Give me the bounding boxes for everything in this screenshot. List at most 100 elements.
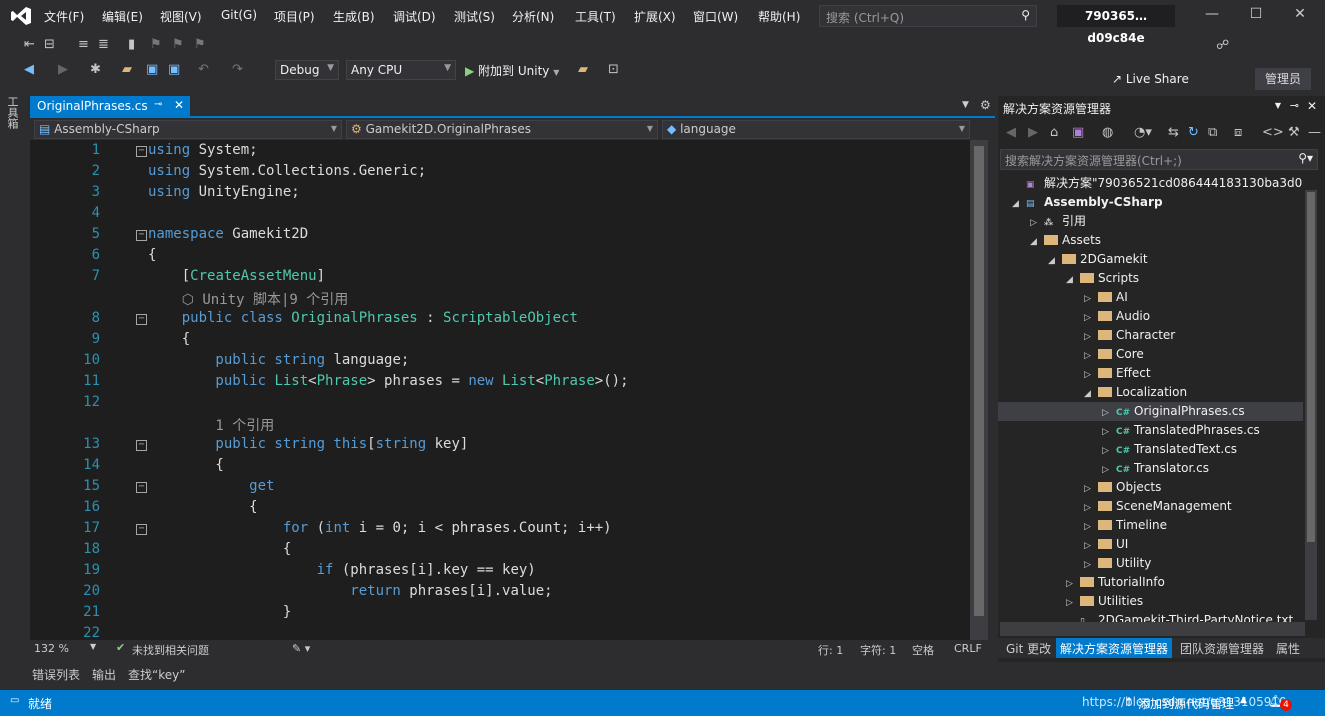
- menu-item[interactable]: 编辑(E): [102, 8, 143, 25]
- forward-icon[interactable]: ▶: [1028, 125, 1038, 140]
- tree-node[interactable]: ▷ SceneManagement: [998, 497, 1303, 516]
- globe-icon[interactable]: ◍: [1102, 125, 1113, 140]
- code-line[interactable]: 20 return phrases[i].value;: [30, 583, 970, 604]
- uncomment-icon[interactable]: ≣: [98, 37, 109, 52]
- tab-properties[interactable]: 属性: [1272, 638, 1304, 658]
- tree-node[interactable]: ◢ ▤ Assembly-CSharp: [998, 193, 1303, 212]
- tab-team-explorer[interactable]: 团队资源管理器: [1176, 638, 1268, 658]
- chevron-down-icon[interactable]: ▼: [1275, 101, 1281, 110]
- code-line[interactable]: 18 {: [30, 541, 970, 562]
- code-line[interactable]: 12: [30, 394, 970, 415]
- close-tab-icon[interactable]: ✕: [174, 98, 184, 112]
- bookmark-icon[interactable]: ▮: [128, 37, 135, 52]
- code-line[interactable]: 10 public string language;: [30, 352, 970, 373]
- issues-status[interactable]: 未找到相关问题: [132, 642, 209, 658]
- tree-node[interactable]: ▷ C# OriginalPhrases.cs: [998, 402, 1303, 421]
- menu-item[interactable]: 视图(V): [160, 8, 202, 25]
- collapse-icon[interactable]: −: [136, 314, 147, 325]
- refresh-icon[interactable]: ↻: [1188, 125, 1199, 140]
- collapse-icon[interactable]: −: [136, 440, 147, 451]
- add-source-control[interactable]: 添加到源代码管理: [1138, 695, 1234, 712]
- undo-icon[interactable]: ↶: [198, 62, 209, 77]
- tree-node[interactable]: ▷ Core: [998, 345, 1303, 364]
- line-position[interactable]: 行: 1: [818, 642, 843, 658]
- whitespace-mode[interactable]: 空格: [912, 642, 934, 658]
- preview-icon[interactable]: —: [1308, 125, 1321, 140]
- menu-item[interactable]: 测试(S): [454, 8, 495, 25]
- find-in-files-icon[interactable]: ▰: [578, 62, 588, 77]
- menu-item[interactable]: 分析(N): [512, 8, 554, 25]
- brush-icon[interactable]: ✎ ▾: [292, 642, 310, 655]
- tree-node[interactable]: ▷ Objects: [998, 478, 1303, 497]
- prev-bookmark-icon[interactable]: ⚑: [150, 37, 162, 52]
- back-icon[interactable]: ◀: [1006, 125, 1016, 140]
- tree-node[interactable]: ▷ Effect: [998, 364, 1303, 383]
- next-bookmark-icon[interactable]: ⚑: [172, 37, 184, 52]
- collapse-icon[interactable]: −: [136, 482, 147, 493]
- collapse-all-icon[interactable]: ⧉: [1208, 125, 1217, 140]
- code-line[interactable]: 3 using UnityEngine;: [30, 184, 970, 205]
- tree-node[interactable]: ◢ Localization: [998, 383, 1303, 402]
- code-line[interactable]: 22: [30, 625, 970, 640]
- code-line[interactable]: 16 {: [30, 499, 970, 520]
- clear-bookmarks-icon[interactable]: ⚑: [194, 37, 206, 52]
- settings-icon[interactable]: ⚙: [980, 98, 991, 112]
- code-line[interactable]: 7 [CreateAssetMenu]: [30, 268, 970, 289]
- sync-icon[interactable]: ⇆: [1168, 125, 1179, 140]
- tab-original-phrases[interactable]: OriginalPhrases.cs ⊸ ✕: [30, 96, 190, 118]
- pin-icon[interactable]: ⊸: [1290, 99, 1299, 112]
- tree-node[interactable]: ▯ 2DGamekit-Third-PartyNotice.txt: [998, 611, 1303, 622]
- tree-node[interactable]: ▷ Utility: [998, 554, 1303, 573]
- tree-node[interactable]: ◢ Assets: [998, 231, 1303, 250]
- solution-name-badge[interactable]: 790365…d09c84e: [1057, 5, 1175, 45]
- code-line[interactable]: 9 {: [30, 331, 970, 352]
- collapse-icon[interactable]: −: [136, 524, 147, 535]
- tree-node[interactable]: ▷ Character: [998, 326, 1303, 345]
- tree-horizontal-scrollbar[interactable]: [1000, 622, 1305, 636]
- code-line[interactable]: ⬡ Unity 脚本|9 个引用: [30, 289, 970, 310]
- code-line[interactable]: 8 − public class OriginalPhrases : Script…: [30, 310, 970, 331]
- menu-item[interactable]: 生成(B): [333, 8, 375, 25]
- code-editor[interactable]: 1− using System; 2 using System.Collections…: [30, 140, 970, 640]
- redo-icon[interactable]: ↷: [232, 62, 243, 77]
- home-icon[interactable]: ⌂: [1050, 125, 1058, 140]
- menu-item[interactable]: 调试(D): [393, 8, 436, 25]
- menu-item[interactable]: 帮助(H): [758, 8, 800, 25]
- tree-node[interactable]: ▣解决方案"79036521cd086444183130ba3d09c84: [998, 174, 1303, 193]
- code-line[interactable]: 19 if (phrases[i].key == key): [30, 562, 970, 583]
- code-lens[interactable]: 1 个引用: [148, 418, 274, 434]
- tree-node[interactable]: ▷ ⁂ 引用: [998, 212, 1303, 231]
- tree-node[interactable]: ▷ Audio: [998, 307, 1303, 326]
- line-ending[interactable]: CRLF: [954, 642, 982, 655]
- code-line[interactable]: 17 − for (int i = 0; i < phrases.Count; i…: [30, 520, 970, 541]
- tab-output[interactable]: 输出: [92, 666, 116, 683]
- tree-scroll-thumb[interactable]: [1307, 192, 1315, 542]
- code-line[interactable]: 2 using System.Collections.Generic;: [30, 163, 970, 184]
- tab-find-results[interactable]: 查找“key”: [128, 666, 185, 683]
- code-line[interactable]: 14 {: [30, 457, 970, 478]
- class-select[interactable]: ⚙ Gamekit2D.OriginalPhrases ▼: [346, 120, 658, 139]
- tab-git-changes[interactable]: Git 更改: [1002, 638, 1055, 658]
- zoom-select[interactable]: 132 %: [34, 642, 69, 655]
- menu-item[interactable]: 工具(T): [575, 8, 616, 25]
- tree-node[interactable]: ◢ Scripts: [998, 269, 1303, 288]
- pin-icon[interactable]: ⊸: [154, 99, 162, 110]
- tab-overflow-icon[interactable]: ▼: [962, 100, 969, 110]
- pending-changes-icon[interactable]: ◔▾: [1134, 125, 1152, 140]
- tree-node[interactable]: ▷ Utilities: [998, 592, 1303, 611]
- configuration-select[interactable]: Debug ▼: [275, 60, 339, 80]
- code-line[interactable]: 15 − get: [30, 478, 970, 499]
- align-left-icon[interactable]: ⇤: [24, 37, 35, 52]
- back-icon[interactable]: ◀: [24, 62, 34, 77]
- comment-icon[interactable]: ≡: [78, 37, 89, 52]
- feedback-icon[interactable]: ☍: [1216, 38, 1229, 53]
- collapse-icon[interactable]: −: [136, 146, 147, 157]
- menu-item[interactable]: 项目(P): [274, 8, 315, 25]
- maximize-icon[interactable]: ☐: [1246, 6, 1266, 26]
- close-icon[interactable]: ✕: [1290, 6, 1310, 26]
- code-line[interactable]: 5 − namespace Gamekit2D: [30, 226, 970, 247]
- code-line[interactable]: 4: [30, 205, 970, 226]
- menu-item[interactable]: Git(G): [221, 8, 257, 22]
- attach-button[interactable]: ▶ 附加到 Unity ▼: [465, 62, 559, 79]
- vs-icon[interactable]: ▣: [1072, 125, 1084, 140]
